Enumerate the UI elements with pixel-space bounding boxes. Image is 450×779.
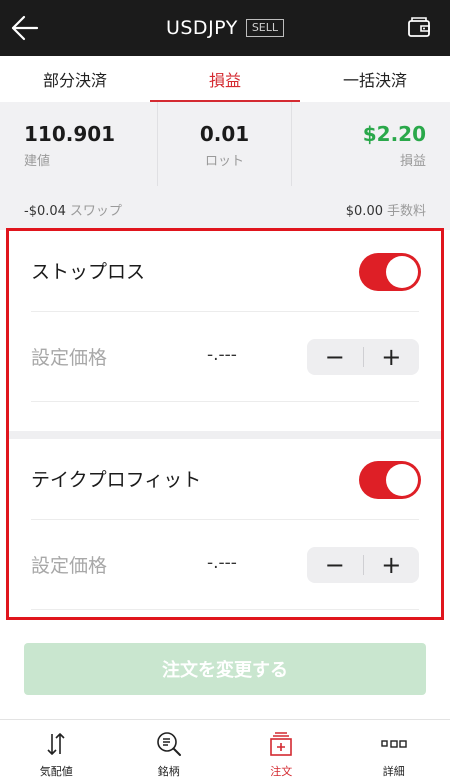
highlight-box: ストップロス 設定価格 -.--- − + テイクプロフィット 設定価格 -.-… — [6, 228, 444, 620]
entry-rate-label: 建値 — [24, 154, 51, 169]
swap-info: -$0.04 スワップ — [24, 200, 122, 219]
divider — [31, 519, 419, 520]
commission-info: $0.00 手数料 — [346, 200, 426, 219]
entry-rate-cell: 110.901 建値 — [0, 102, 157, 186]
nav-details-label: 詳細 — [382, 765, 405, 778]
tab-bar: 部分決済 損益 一括決済 — [0, 56, 450, 102]
profit-loss-value: $2.20 — [362, 122, 426, 146]
nav-quotes-label: 気配値 — [39, 765, 73, 778]
divider — [31, 609, 419, 610]
commission-label: 手数料 — [386, 204, 426, 219]
nav-details[interactable]: 詳細 — [338, 720, 450, 779]
toggle-knob — [386, 256, 418, 288]
stop-loss-toggle[interactable] — [359, 253, 421, 291]
details-icon — [381, 740, 407, 748]
title-group: USDJPY SELL — [0, 0, 450, 56]
divider — [31, 401, 419, 402]
stop-loss-section: ストップロス 設定価格 -.--- − + — [9, 231, 441, 431]
take-profit-section: テイクプロフィット 設定価格 -.--- − + — [9, 439, 441, 617]
page-title: USDJPY — [165, 17, 238, 39]
tab-partial-close[interactable]: 部分決済 — [0, 56, 150, 102]
stop-loss-price-value: -.--- — [207, 345, 237, 365]
stop-loss-price-label: 設定価格 — [31, 347, 108, 369]
take-profit-stepper: − + — [307, 547, 419, 583]
nav-quotes[interactable]: 気配値 — [0, 720, 113, 779]
nav-order-label: 注文 — [270, 765, 293, 778]
profit-loss-cell: $2.20 損益 — [292, 102, 450, 186]
swap-label: スワップ — [69, 204, 122, 219]
nav-symbols[interactable]: 銘柄 — [113, 720, 226, 779]
quotes-arrows-icon — [47, 733, 65, 755]
stop-loss-stepper: − + — [307, 339, 419, 375]
take-profit-decrement-button[interactable]: − — [307, 547, 363, 583]
lot-value: 0.01 — [199, 122, 250, 146]
wallet-button[interactable] — [406, 15, 432, 41]
sell-badge: SELL — [245, 19, 285, 37]
fee-row: -$0.04 スワップ $0.00 手数料 — [0, 186, 450, 230]
nav-order[interactable]: 注文 — [225, 720, 338, 779]
stop-loss-decrement-button[interactable]: − — [307, 339, 363, 375]
wallet-icon — [408, 17, 430, 37]
toggle-knob — [386, 464, 418, 496]
take-profit-increment-button[interactable]: + — [364, 547, 420, 583]
take-profit-toggle[interactable] — [359, 461, 421, 499]
swap-value: -$0.04 — [24, 204, 66, 219]
tab-close-all[interactable]: 一括決済 — [300, 56, 450, 102]
tab-profit-loss[interactable]: 損益 — [150, 56, 300, 102]
take-profit-title: テイクプロフィット — [31, 469, 202, 491]
lot-cell: 0.01 ロット — [157, 102, 292, 186]
entry-rate-value: 110.901 — [24, 122, 116, 146]
order-icon — [270, 732, 293, 756]
modify-order-button[interactable]: 注文を変更する — [24, 643, 426, 695]
stop-loss-title: ストップロス — [31, 261, 146, 283]
stop-loss-increment-button[interactable]: + — [364, 339, 420, 375]
nav-symbols-label: 銘柄 — [157, 765, 180, 778]
take-profit-price-value: -.--- — [207, 553, 237, 573]
lot-label: ロット — [204, 154, 244, 169]
bottom-navigation: 気配値 銘柄 注文 詳細 — [0, 719, 450, 779]
section-separator — [9, 431, 441, 439]
top-bar: USDJPY SELL — [0, 0, 450, 56]
symbol-search-icon — [156, 732, 181, 756]
position-summary: 110.901 建値 0.01 ロット $2.20 損益 — [0, 102, 450, 186]
profit-loss-label: 損益 — [399, 154, 426, 169]
take-profit-price-label: 設定価格 — [31, 555, 108, 577]
commission-value: $0.00 — [345, 204, 383, 219]
divider — [31, 311, 419, 312]
